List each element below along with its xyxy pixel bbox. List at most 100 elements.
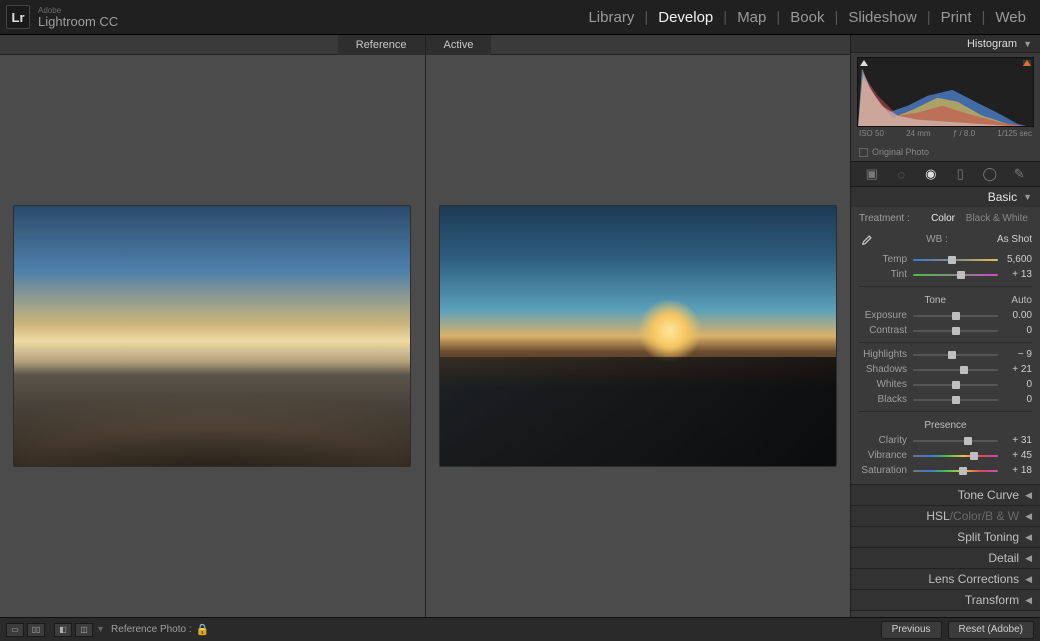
- canvas-tabs: Reference Active: [0, 35, 850, 55]
- module-book[interactable]: Book: [786, 9, 828, 26]
- contrast-slider[interactable]: Contrast 0: [859, 323, 1032, 338]
- view-reference-icon[interactable]: ▯▯: [27, 623, 45, 637]
- treatment-label: Treatment :: [859, 213, 910, 224]
- blacks-slider[interactable]: Blacks 0: [859, 392, 1032, 407]
- wb-label: WB :: [883, 234, 991, 245]
- radial-tool-icon[interactable]: ◯: [980, 164, 1000, 184]
- contrast-label: Contrast: [859, 325, 913, 336]
- shadows-slider[interactable]: Shadows + 21: [859, 362, 1032, 377]
- clarity-slider[interactable]: Clarity + 31: [859, 433, 1032, 448]
- view-before-after-icon[interactable]: ◧: [54, 623, 72, 637]
- active-pane: [426, 55, 851, 617]
- module-print[interactable]: Print: [937, 9, 976, 26]
- develop-tool-strip: ▣ ◌ ◉ ▯ ◯ ✎: [851, 161, 1040, 187]
- whites-slider[interactable]: Whites 0: [859, 377, 1032, 392]
- histogram: ISO 50 24 mm ƒ / 8.0 1/125 sec: [851, 53, 1040, 145]
- blacks-label: Blacks: [859, 394, 913, 405]
- lightroom-logo: Lr: [6, 5, 30, 29]
- brand-product: Lightroom CC: [38, 15, 118, 28]
- disclosure-icon: ◀: [1025, 553, 1032, 564]
- clarity-label: Clarity: [859, 435, 913, 446]
- disclosure-icon: ▼: [1023, 192, 1032, 202]
- temp-slider[interactable]: Temp 5,600: [859, 252, 1032, 267]
- chevron-down-icon[interactable]: ▾: [98, 624, 103, 635]
- blacks-value[interactable]: 0: [998, 394, 1032, 405]
- lock-icon[interactable]: 🔒: [196, 623, 210, 636]
- histogram-title: Histogram: [967, 38, 1017, 50]
- disclosure-icon: ▼: [1023, 39, 1032, 49]
- disclosure-icon: ◀: [1025, 511, 1032, 522]
- highlights-value[interactable]: − 9: [998, 349, 1032, 360]
- module-map[interactable]: Map: [733, 9, 770, 26]
- checkbox-icon: [859, 148, 868, 157]
- transform-panel-header[interactable]: Transform◀: [851, 590, 1040, 610]
- view-split-icon[interactable]: ◫: [75, 623, 93, 637]
- exposure-label: Exposure: [859, 310, 913, 321]
- spot-tool-icon[interactable]: ◌: [891, 164, 911, 184]
- temp-value[interactable]: 5,600: [998, 254, 1032, 265]
- tone-curve-panel-header[interactable]: Tone Curve◀: [851, 485, 1040, 505]
- reference-photo[interactable]: [14, 206, 410, 466]
- histogram-header[interactable]: Histogram ▼: [851, 35, 1040, 53]
- split-toning-panel-header[interactable]: Split Toning◀: [851, 527, 1040, 547]
- histogram-focal: 24 mm: [906, 129, 930, 138]
- bottom-toolbar: ▭ ▯▯ ◧ ◫ ▾ Reference Photo : 🔒 Previous …: [0, 617, 1040, 641]
- module-picker: Library| Develop| Map| Book| Slideshow| …: [584, 9, 1030, 26]
- original-photo-toggle[interactable]: Original Photo: [851, 145, 1040, 161]
- auto-button[interactable]: Auto: [1011, 295, 1032, 306]
- temp-label: Temp: [859, 254, 913, 265]
- lens-corrections-panel-header[interactable]: Lens Corrections◀: [851, 569, 1040, 589]
- vibrance-slider[interactable]: Vibrance + 45: [859, 448, 1032, 463]
- reset-button[interactable]: Reset (Adobe): [948, 621, 1034, 639]
- vibrance-value[interactable]: + 45: [998, 450, 1032, 461]
- exposure-slider[interactable]: Exposure 0.00: [859, 308, 1032, 323]
- reference-tab[interactable]: Reference: [338, 35, 425, 55]
- original-photo-label: Original Photo: [872, 147, 929, 157]
- active-tab[interactable]: Active: [426, 35, 492, 55]
- disclosure-icon: ◀: [1025, 574, 1032, 585]
- module-web[interactable]: Web: [991, 9, 1030, 26]
- basic-panel-header[interactable]: Basic ▼: [851, 187, 1040, 207]
- tint-value[interactable]: + 13: [998, 269, 1032, 280]
- module-slideshow[interactable]: Slideshow: [844, 9, 920, 26]
- detail-panel-header[interactable]: Detail◀: [851, 548, 1040, 568]
- shadows-value[interactable]: + 21: [998, 364, 1032, 375]
- grad-tool-icon[interactable]: ▯: [950, 164, 970, 184]
- histogram-aperture: ƒ / 8.0: [953, 129, 975, 138]
- canvas-area: Reference Active: [0, 35, 850, 617]
- saturation-value[interactable]: + 18: [998, 465, 1032, 476]
- disclosure-icon: ◀: [1025, 595, 1032, 606]
- saturation-slider[interactable]: Saturation + 18: [859, 463, 1032, 478]
- shadows-label: Shadows: [859, 364, 913, 375]
- eyedropper-icon[interactable]: [859, 230, 877, 248]
- wb-preset[interactable]: As Shot: [997, 234, 1032, 245]
- previous-button[interactable]: Previous: [881, 621, 942, 639]
- whites-label: Whites: [859, 379, 913, 390]
- whites-value[interactable]: 0: [998, 379, 1032, 390]
- treatment-color[interactable]: Color: [927, 213, 959, 224]
- view-single-icon[interactable]: ▭: [6, 623, 24, 637]
- saturation-label: Saturation: [859, 465, 913, 476]
- tone-subhead: Tone: [859, 295, 1011, 306]
- contrast-value[interactable]: 0: [998, 325, 1032, 336]
- histogram-iso: ISO 50: [859, 129, 884, 138]
- reference-photo-label: Reference Photo :: [111, 624, 192, 635]
- hsl-panel-header[interactable]: HSL / Color / B & W ◀: [851, 506, 1040, 526]
- basic-panel: Basic ▼ Treatment : Color Black & White …: [851, 187, 1040, 485]
- module-library[interactable]: Library: [584, 9, 638, 26]
- active-photo[interactable]: [440, 206, 836, 466]
- brush-tool-icon[interactable]: ✎: [1009, 164, 1029, 184]
- redeye-tool-icon[interactable]: ◉: [921, 164, 941, 184]
- vibrance-label: Vibrance: [859, 450, 913, 461]
- treatment-bw[interactable]: Black & White: [962, 213, 1032, 224]
- histogram-graph[interactable]: [857, 57, 1034, 127]
- module-develop[interactable]: Develop: [654, 9, 717, 26]
- tint-label: Tint: [859, 269, 913, 280]
- clarity-value[interactable]: + 31: [998, 435, 1032, 446]
- crop-tool-icon[interactable]: ▣: [862, 164, 882, 184]
- disclosure-icon: ◀: [1025, 532, 1032, 543]
- highlights-slider[interactable]: Highlights− 9: [859, 347, 1032, 362]
- exposure-value[interactable]: 0.00: [998, 310, 1032, 321]
- tint-slider[interactable]: Tint + 13: [859, 267, 1032, 282]
- brand-block: Lr Adobe Lightroom CC: [6, 5, 118, 29]
